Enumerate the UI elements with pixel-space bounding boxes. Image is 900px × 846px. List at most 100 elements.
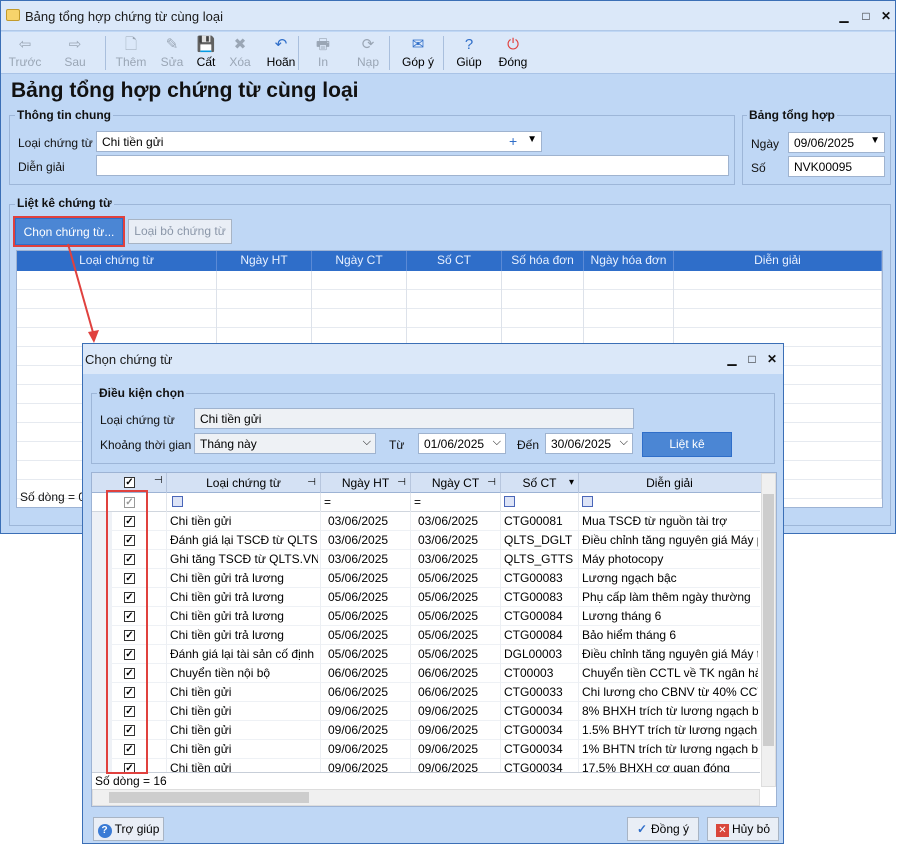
to-date-picker[interactable]: 30/06/2025 ⌵: [545, 433, 633, 454]
table-cell: Chi tiền gửi: [170, 742, 232, 756]
row-checkbox[interactable]: ✓: [124, 744, 135, 755]
row-checkbox[interactable]: ✓: [124, 687, 135, 698]
pin-icon[interactable]: ⊣: [397, 473, 406, 493]
column-label: Diễn giải: [646, 476, 693, 490]
row-checkbox[interactable]: ✓: [124, 649, 135, 660]
row-indicator: [92, 664, 112, 683]
column-divider: [578, 588, 579, 607]
filter-contains-icon[interactable]: [172, 496, 183, 507]
dialog-close-button[interactable]: ✕: [765, 352, 779, 366]
ok-button[interactable]: ✓ Đồng ý: [627, 817, 699, 841]
row-checkbox[interactable]: ✓: [124, 725, 135, 736]
dialog-column-header[interactable]: Ngày CT ⊣: [410, 473, 500, 493]
table-cell: 05/06/2025: [328, 647, 389, 661]
table-row[interactable]: ✓ Chi tiền gửi trả lương 05/06/2025 05/06/2…: [92, 607, 760, 626]
dialog-maximize-button[interactable]: □: [745, 352, 759, 366]
filter-equals-icon[interactable]: =: [414, 496, 421, 508]
table-row[interactable]: ✓ Chi tiền gửi trả lương 05/06/2025 05/06/2…: [92, 588, 760, 607]
row-indicator: [92, 607, 112, 626]
row-checkbox[interactable]: ✓: [124, 554, 135, 565]
vertical-scrollbar[interactable]: [761, 473, 776, 787]
pin-icon[interactable]: ⊣: [307, 473, 316, 493]
column-divider: [166, 683, 167, 702]
header-select-all[interactable]: ✓ ⊣: [112, 473, 166, 493]
row-checkbox[interactable]: ✓: [124, 630, 135, 641]
chevron-down-icon[interactable]: ⌵: [493, 436, 501, 449]
filter-equals-icon[interactable]: =: [324, 496, 331, 508]
table-cell: 06/06/2025: [328, 666, 389, 680]
table-cell: CTG00083: [504, 590, 563, 604]
filter-contains-icon[interactable]: [504, 496, 515, 507]
filter-contains-icon[interactable]: [582, 496, 593, 507]
from-date-picker[interactable]: 01/06/2025 ⌵: [418, 433, 506, 454]
row-checkbox[interactable]: ✓: [124, 516, 135, 527]
chevron-down-icon[interactable]: ⌵: [363, 436, 371, 449]
table-row[interactable]: ✓ Đánh giá lại TSCĐ từ QLTS. 03/06/2025 03/…: [92, 531, 760, 550]
table-cell: QLTS_DGLT: [504, 533, 573, 547]
row-indicator: [92, 721, 112, 740]
column-divider: [320, 626, 321, 645]
filter-checkbox[interactable]: ✓: [124, 497, 135, 508]
row-checkbox[interactable]: ✓: [124, 535, 135, 546]
table-row[interactable]: ✓ Chi tiền gửi 09/06/2025 09/06/2025 CTG0003…: [92, 702, 760, 721]
table-row[interactable]: ✓ Ghi tăng TSCĐ từ QLTS.VN 03/06/2025 03/06…: [92, 550, 760, 569]
chevron-down-icon[interactable]: ▾: [569, 473, 574, 493]
list-button[interactable]: Liệt kê: [642, 432, 732, 457]
table-cell: 09/06/2025: [328, 761, 389, 772]
column-divider: [500, 607, 501, 626]
table-row[interactable]: ✓ Chi tiền gửi 09/06/2025 09/06/2025 CTG0003…: [92, 721, 760, 740]
column-divider: [578, 607, 579, 626]
row-checkbox[interactable]: ✓: [124, 668, 135, 679]
select-all-checkbox[interactable]: ✓: [124, 477, 135, 488]
column-divider: [578, 512, 579, 531]
table-row[interactable]: ✓ Chi tiền gửi 03/06/2025 03/06/2025 CTG0008…: [92, 512, 760, 531]
table-cell: Đánh giá lại TSCĐ từ QLTS.: [170, 533, 318, 547]
row-checkbox[interactable]: ✓: [124, 573, 135, 584]
table-row[interactable]: ✓ Chi tiền gửi 09/06/2025 09/06/2025 CTG0003…: [92, 759, 760, 772]
cancel-button[interactable]: ✕ Hủy bỏ: [707, 817, 779, 841]
help-label: Trợ giúp: [114, 822, 160, 836]
table-cell: Lương ngạch bậc: [582, 571, 677, 585]
dialog-column-header[interactable]: Loại chứng từ ⊣: [166, 473, 320, 493]
column-divider: [410, 588, 411, 607]
check-icon: ✓: [636, 822, 648, 836]
column-divider: [500, 626, 501, 645]
row-checkbox[interactable]: ✓: [124, 763, 135, 772]
table-row[interactable]: ✓ Chi tiền gửi 06/06/2025 06/06/2025 CTG0003…: [92, 683, 760, 702]
row-checkbox[interactable]: ✓: [124, 592, 135, 603]
column-divider: [320, 721, 321, 740]
table-row[interactable]: ✓ Đánh giá lại tài sản cố định 05/06/2025 0…: [92, 645, 760, 664]
period-label: Khoảng thời gian: [100, 438, 192, 452]
pin-icon[interactable]: ⊣: [487, 473, 496, 493]
help-button[interactable]: ? Trợ giúp: [93, 817, 164, 841]
column-divider: [578, 740, 579, 759]
pin-icon[interactable]: ⊣: [154, 475, 163, 486]
table-cell: Chi tiền gửi trả lương: [170, 628, 284, 642]
row-indicator: [92, 569, 112, 588]
column-label: Ngày HT: [341, 476, 390, 490]
table-row[interactable]: ✓ Chuyển tiền nội bộ 06/06/2025 06/06/2025 C…: [92, 664, 760, 683]
column-divider: [320, 531, 321, 550]
scroll-thumb[interactable]: [763, 494, 774, 746]
column-divider: [578, 550, 579, 569]
column-divider: [320, 607, 321, 626]
table-cell: 05/06/2025: [418, 571, 479, 585]
period-select[interactable]: Tháng này ⌵: [194, 433, 376, 454]
table-row[interactable]: ✓ Chi tiền gửi trả lương 05/06/2025 05/06/2…: [92, 569, 760, 588]
table-cell: 05/06/2025: [328, 609, 389, 623]
table-row[interactable]: ✓ Chi tiền gửi trả lương 05/06/2025 05/06/2…: [92, 626, 760, 645]
row-checkbox[interactable]: ✓: [124, 706, 135, 717]
horizontal-scrollbar[interactable]: [92, 789, 760, 806]
dialog-column-header[interactable]: Diễn giải: [578, 473, 760, 493]
row-checkbox[interactable]: ✓: [124, 611, 135, 622]
hscroll-thumb[interactable]: [109, 792, 309, 803]
table-cell: CTG00034: [504, 723, 563, 737]
dlg-type-input[interactable]: Chi tiền gửi: [194, 408, 634, 429]
chevron-down-icon[interactable]: ⌵: [620, 436, 628, 449]
column-divider: [166, 550, 167, 569]
table-cell: Chuyển tiền nội bộ: [170, 666, 271, 680]
table-row[interactable]: ✓ Chi tiền gửi 09/06/2025 09/06/2025 CTG0003…: [92, 740, 760, 759]
dialog-minimize-button[interactable]: ▁: [725, 352, 739, 366]
dialog-column-header[interactable]: Ngày HT ⊣: [320, 473, 410, 493]
dialog-column-header[interactable]: Số CT ▾: [500, 473, 578, 493]
